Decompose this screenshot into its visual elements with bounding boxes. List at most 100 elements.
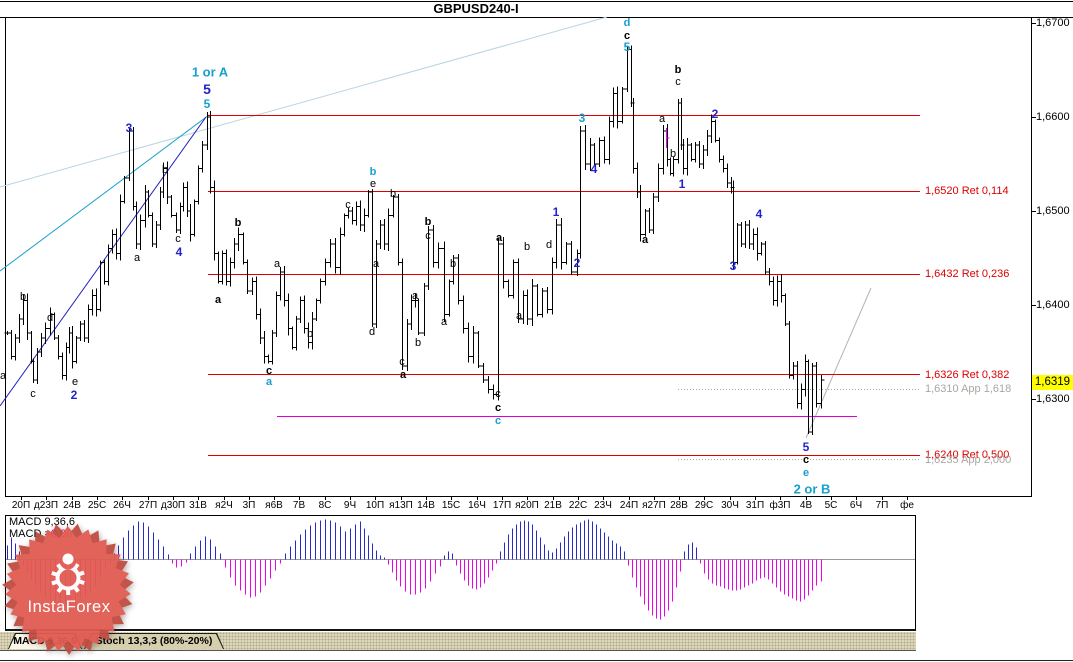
wave-label: 4 [590,162,598,176]
wave-label: d [545,239,553,251]
wave-label: 5 [623,40,631,54]
wave-label: d [46,312,54,324]
wave-label: b [161,164,169,176]
wave-label: 1 or A [191,64,229,80]
wave-label: c [345,199,351,211]
title-separator [0,17,1073,18]
time-axis-tick-label: 23Ч [594,500,612,511]
instaforex-logo: InstaForex [2,523,136,659]
price-axis-line [1031,17,1032,497]
wave-label: d [623,17,631,29]
wave-label: c [425,230,431,242]
time-axis-tick-label: 4В [799,500,813,511]
wave-label: a [495,232,503,244]
wave-label: b [234,217,242,229]
wave-label: 3 [729,259,737,273]
chart-window: GBPUSD240-I MACD 9,36,6 MACD =0,00 1 or … [0,0,1073,662]
wave-label: e [71,376,79,388]
bottom-border [0,660,1073,661]
wave-label: 4 [755,207,763,221]
wave-label: b [389,188,397,200]
wave-label: b [414,337,422,349]
wave-label: 3 [125,121,133,135]
wave-label: 3 [578,111,586,125]
wave-label: 1 [552,205,560,219]
price-axis-tick-label: 1,6500 [1036,205,1070,217]
wave-label: 4 [175,245,183,259]
wave-label: b [369,166,377,178]
time-axis-tick-label: 31П [745,500,765,511]
wave-label: a [658,113,666,125]
time-axis-tick-label: 15С [441,500,461,511]
time-axis-tick-label: 8С [318,500,332,511]
level-label: 1,6240 Ret 0,500 [925,449,1010,461]
time-axis-tick-label: я13П [389,500,413,511]
logo-text: InstaForex [27,598,111,616]
time-axis-tick-label: я6В [265,500,283,511]
wave-label: 5 [203,81,211,97]
level-label: 1,6432 Ret 0,236 [925,268,1010,280]
wave-label: 2 [573,256,581,270]
time-axis-tick-label: 5С [824,500,838,511]
macd-indicator-panel [5,515,916,631]
wave-label: c [399,356,405,368]
wave-label: c [175,233,181,245]
chart-bottom-border [5,496,1032,497]
wave-label: a [399,369,407,381]
wave-label: a [641,234,649,246]
wave-label: a [265,376,273,388]
wave-label: a [440,316,448,328]
price-axis-tick-label: 1,6400 [1036,299,1070,311]
time-axis-tick-label: фе [900,500,914,511]
wave-label: e [802,467,810,479]
time-axis-tick-label: 10П [365,500,385,511]
wave-label: b [523,241,531,253]
indicator-tabs: MACD 9,36,6 Stoch 13,3,3 (80%-20%) [0,632,916,651]
wave-label: a [273,258,281,270]
wave-label: c [802,454,810,466]
wave-label: c [265,365,273,377]
time-axis-tick-label: ф3П [769,500,791,511]
time-axis-tick-label: 22С [568,500,588,511]
time-axis-tick-label: 29С [694,500,714,511]
wave-label: c [495,388,501,400]
current-price-badge: 1,6319 [1032,375,1073,390]
price-axis-tick-label: 1,6700 [1036,17,1070,29]
wave-label: b [19,291,27,303]
time-axis-tick-label: 6Ч [849,500,863,511]
wave-label: 5 [203,97,211,111]
time-axis-tick-label: 31В [189,500,207,511]
wave-label: a [133,252,141,264]
wave-label: a [372,258,380,270]
time-axis-tick-label: я27П [642,500,666,511]
time-axis-tick-label: я20П [515,500,539,511]
chart-title: GBPUSD240-I [433,1,519,16]
time-axis-tick-label: 7В [292,500,306,511]
wave-label: a [214,294,222,306]
time-axis-tick-label: 16Ч [468,500,486,511]
time-axis-tick-label: 14В [417,500,435,511]
wave-label: 1 [678,177,686,191]
level-label: 1,6310 App 1,618 [925,383,1012,395]
level-label: 1,6235 App 2,000 [925,454,1012,466]
price-axis-tick-label: 1,6300 [1036,393,1070,405]
wave-label: 2 or B [793,481,831,497]
wave-label: 5 [802,440,810,454]
time-axis-tick-label: 24В [63,500,81,511]
wave-label: c [623,30,631,42]
wave-label: b [674,64,682,76]
time-axis-tick-label: 25С [87,500,107,511]
time-axis-tick-label: д23П [33,500,59,511]
time-axis-tick-label: 20П [11,500,31,511]
wave-label: c [675,76,681,88]
time-axis-tick-label: 3П [242,500,256,511]
time-axis-tick-label: 7П [875,500,889,511]
wave-label: b [669,148,677,160]
wave-label: b [424,216,432,228]
wave-label: b [306,328,314,340]
level-label: 1,6520 Ret 0,114 [925,185,1009,197]
time-axis-tick-label: 9Ч [343,500,357,511]
time-axis-tick-label: 30Ч [721,500,739,511]
wave-label: c [494,402,502,414]
price-axis-tick-label: 1,6600 [1036,111,1070,123]
